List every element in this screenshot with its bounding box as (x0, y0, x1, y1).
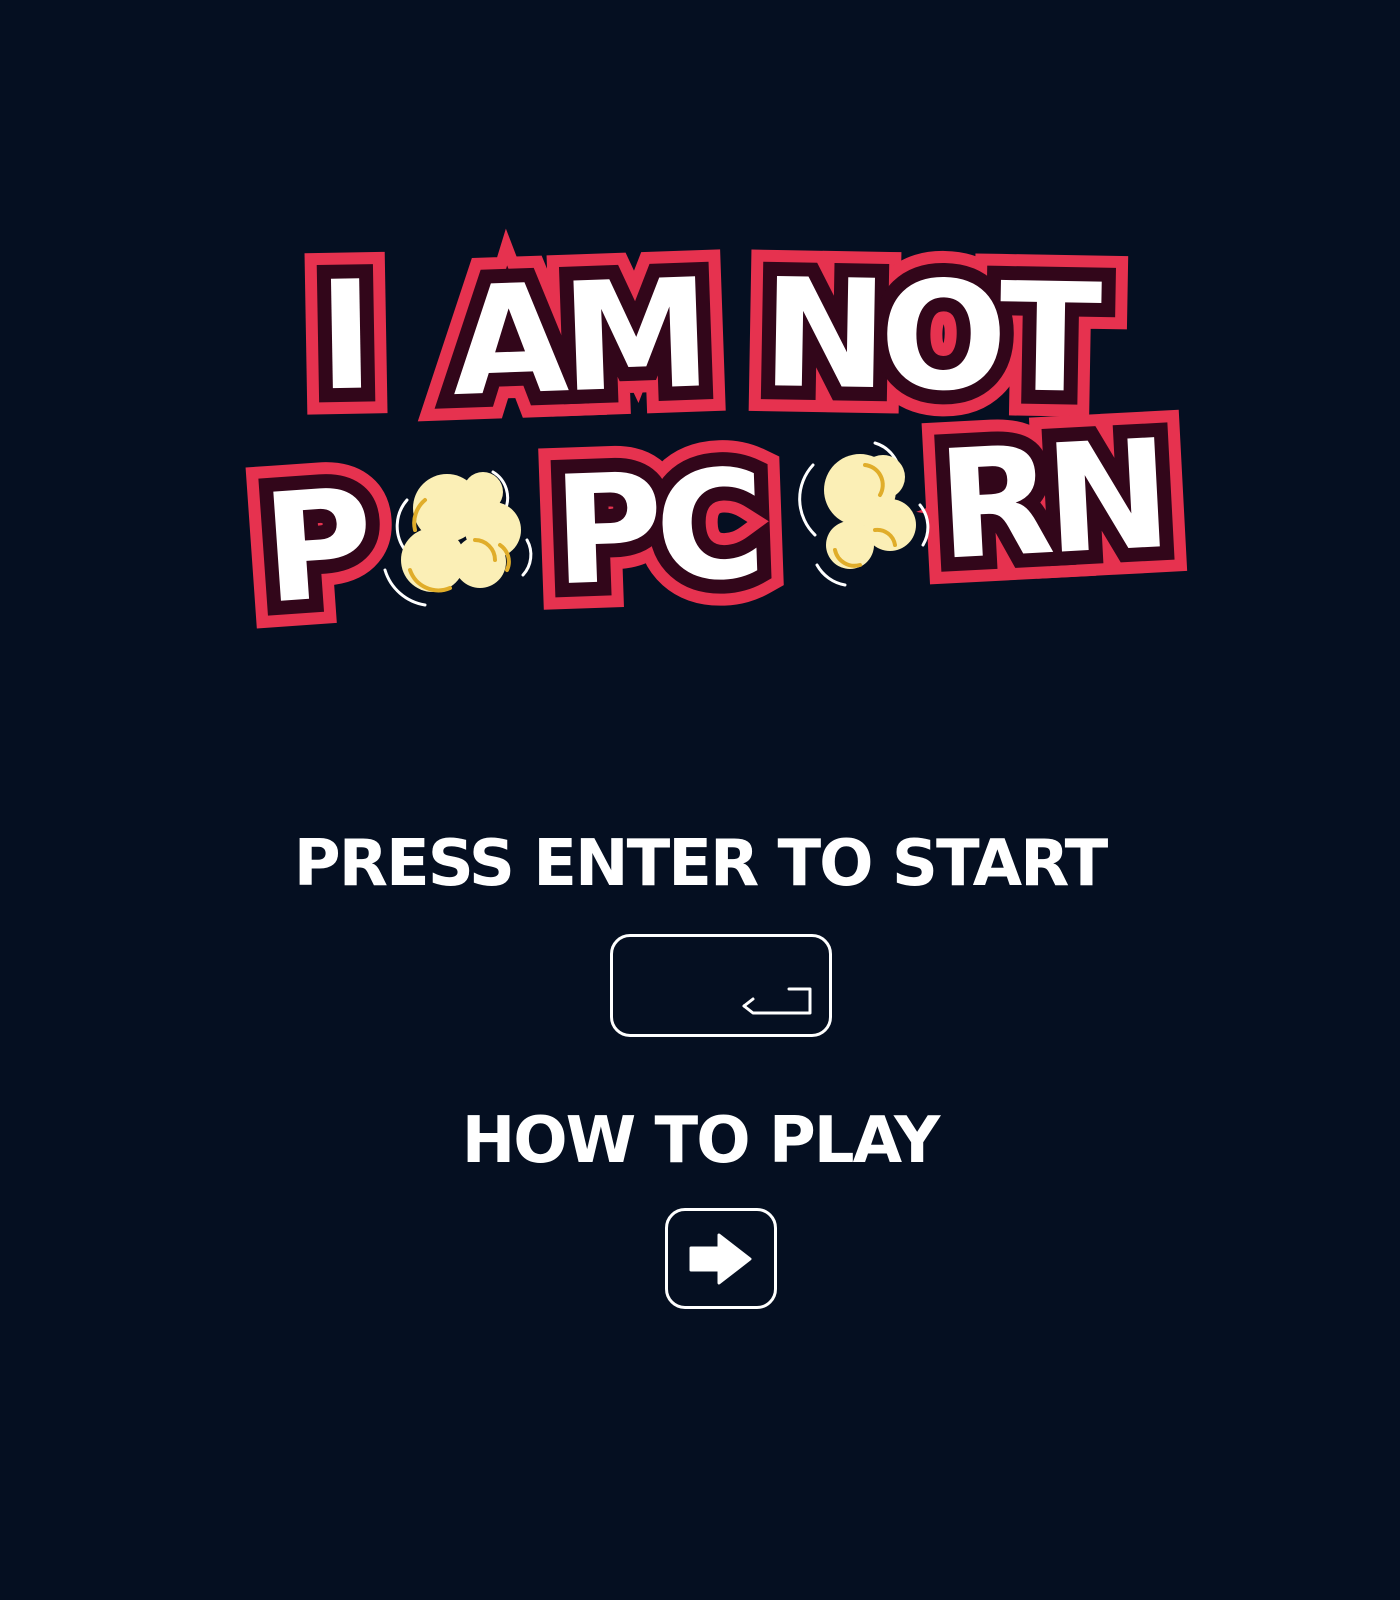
popcorn-kernel-icon (798, 441, 930, 587)
game-logo: I I AM AM NOT NOT P P PC PC RN RN (232, 221, 1194, 663)
how-to-play-label: HOW TO PLAY (461, 1104, 941, 1178)
logo-word-i-fill: I (317, 249, 376, 424)
enter-key-button[interactable] (610, 934, 832, 1037)
right-arrow-key-icon (689, 1233, 752, 1285)
popcorn-kernel-icon (383, 470, 533, 607)
right-arrow-key-button[interactable] (665, 1208, 777, 1309)
logo-segment-pc-fill: PC (550, 438, 760, 619)
logo-segment-p-fill: P (258, 456, 380, 637)
logo-word-not-fill: NOT (761, 247, 1103, 427)
enter-key-icon (742, 987, 812, 1015)
logo-line-1: I I AM AM NOT NOT (291, 221, 1129, 456)
logo-line-2: P P PC PC RN RN (232, 382, 1194, 663)
logo-segment-rn-fill: RN (934, 408, 1168, 594)
start-prompt: PRESS ENTER TO START (293, 827, 1108, 901)
title-screen: I I AM AM NOT NOT P P PC PC RN RN PRESS … (0, 0, 1400, 1600)
logo-word-am-fill: AM (449, 247, 708, 430)
